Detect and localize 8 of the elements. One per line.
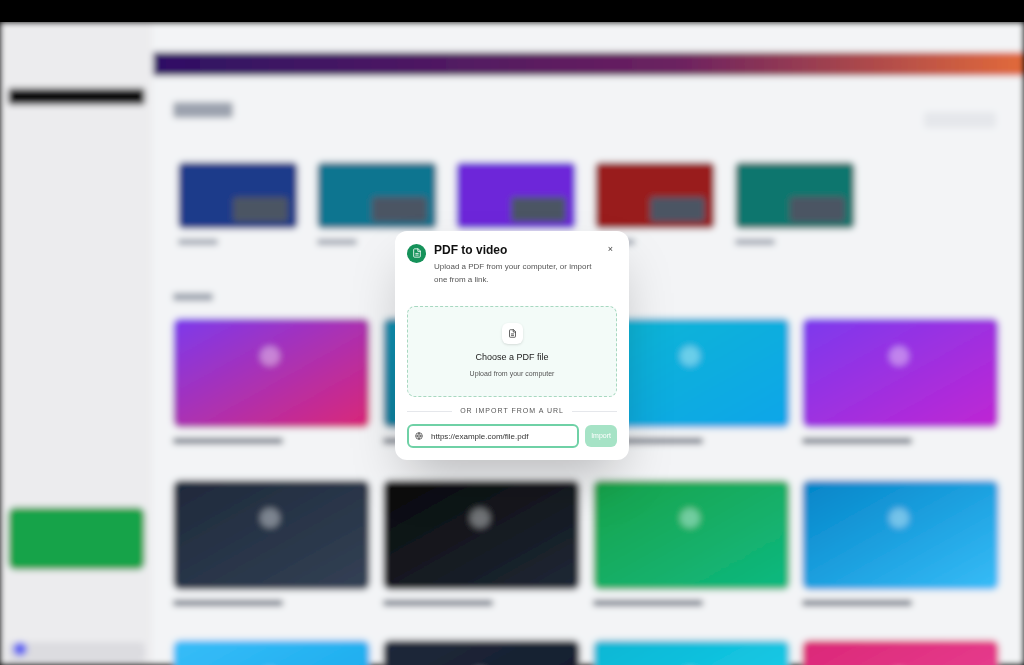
dropzone-title: Choose a PDF file <box>475 351 549 365</box>
file-icon <box>507 329 517 339</box>
dialog-description: Upload a PDF from your computer, or import one from a link. <box>434 260 593 286</box>
file-icon <box>411 248 422 259</box>
dialog-title: PDF to video <box>434 242 509 258</box>
url-field[interactable]: https://example.com/file.pdf <box>407 424 580 449</box>
close-button[interactable]: × <box>603 242 617 257</box>
globe-icon <box>415 432 423 441</box>
